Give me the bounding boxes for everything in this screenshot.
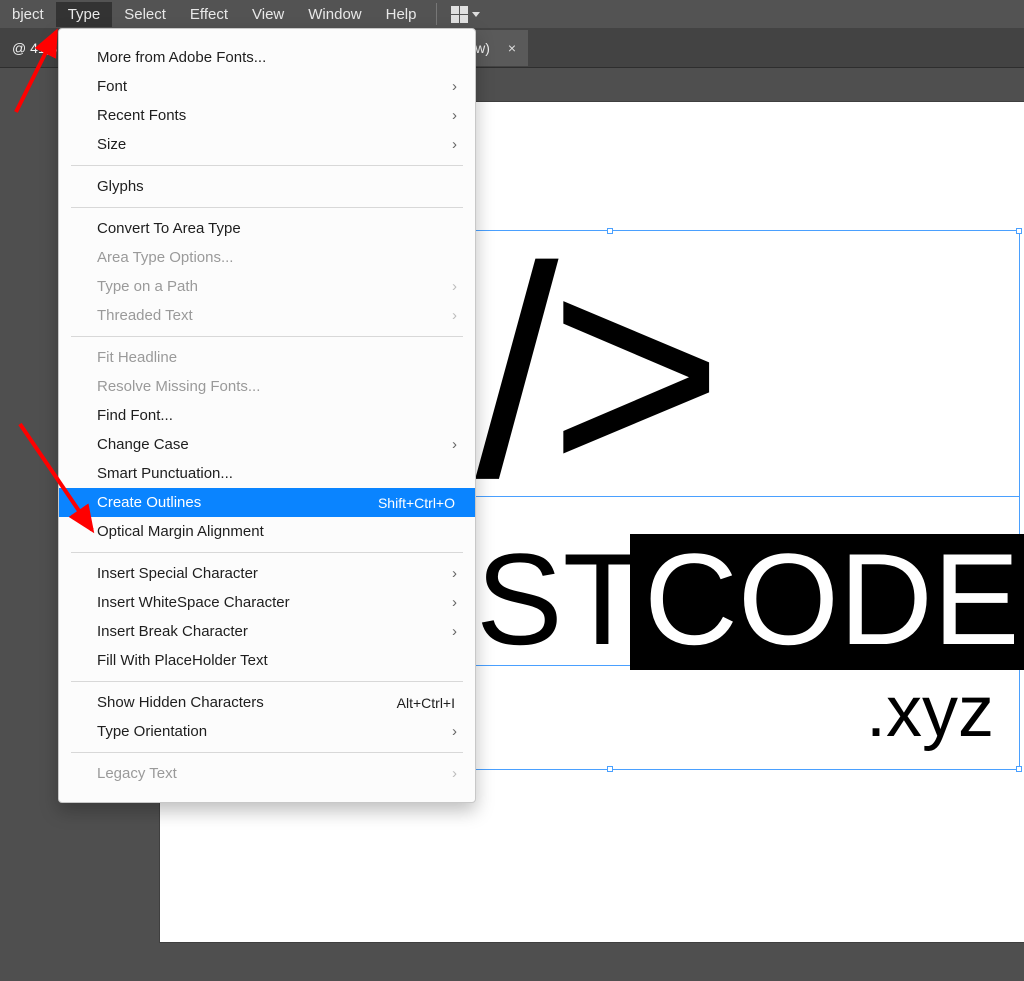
logo-text-left[interactable]: ST: [476, 534, 642, 664]
chevron-right-icon: ›: [452, 765, 457, 782]
workspace-switcher[interactable]: [445, 6, 486, 23]
menu-item-convert-to-area-type[interactable]: Convert To Area Type: [59, 214, 475, 243]
chevron-right-icon: ›: [452, 565, 457, 582]
chevron-right-icon: ›: [452, 278, 457, 295]
menu-item-label: Insert Special Character: [97, 565, 258, 582]
menu-item-label: Threaded Text: [97, 307, 193, 324]
menu-item-shortcut: Shift+Ctrl+O: [378, 495, 455, 511]
menu-item-label: Glyphs: [97, 178, 144, 195]
logo-text-code[interactable]: CODE: [630, 534, 1024, 670]
chevron-down-icon: [472, 12, 480, 17]
menu-item-label: Change Case: [97, 436, 189, 453]
type-dropdown-menu: More from Adobe Fonts...Font›Recent Font…: [58, 28, 476, 803]
menu-item-fit-headline: Fit Headline: [59, 343, 475, 372]
menu-separator: [71, 336, 463, 337]
menu-separator: [71, 752, 463, 753]
menu-item-resolve-missing-fonts: Resolve Missing Fonts...: [59, 372, 475, 401]
menubar-item-window[interactable]: Window: [296, 2, 373, 27]
menu-item-label: Area Type Options...: [97, 249, 233, 266]
menu-item-label: Type Orientation: [97, 723, 207, 740]
menu-separator: [71, 552, 463, 553]
close-icon[interactable]: ×: [508, 40, 516, 56]
chevron-right-icon: ›: [452, 623, 457, 640]
menu-item-label: Insert WhiteSpace Character: [97, 594, 290, 611]
menubar-item-effect[interactable]: Effect: [178, 2, 240, 27]
menu-item-more-from-adobe-fonts[interactable]: More from Adobe Fonts...: [59, 43, 475, 72]
menu-item-threaded-text: Threaded Text ›: [59, 301, 475, 330]
menu-item-insert-whitespace-character[interactable]: Insert WhiteSpace Character ›: [59, 588, 475, 617]
menubar-item-select[interactable]: Select: [112, 2, 178, 27]
chevron-right-icon: ›: [452, 78, 457, 95]
menu-item-insert-break-character[interactable]: Insert Break Character ›: [59, 617, 475, 646]
chevron-right-icon: ›: [452, 723, 457, 740]
menu-item-area-type-options: Area Type Options...: [59, 243, 475, 272]
menu-item-label: Legacy Text: [97, 765, 177, 782]
menubar-separator: [436, 3, 437, 25]
menu-item-label: Type on a Path: [97, 278, 198, 295]
menu-separator: [71, 681, 463, 682]
menu-item-glyphs[interactable]: Glyphs: [59, 172, 475, 201]
menu-item-label: Optical Margin Alignment: [97, 523, 264, 540]
menu-item-legacy-text: Legacy Text ›: [59, 759, 475, 788]
menu-item-label: Size: [97, 136, 126, 153]
menu-item-recent-fonts[interactable]: Recent Fonts ›: [59, 101, 475, 130]
chevron-right-icon: ›: [452, 436, 457, 453]
chevron-right-icon: ›: [452, 594, 457, 611]
menu-separator: [71, 207, 463, 208]
menu-item-shortcut: Alt+Ctrl+I: [397, 695, 455, 711]
menu-item-label: Convert To Area Type: [97, 220, 241, 237]
menu-item-label: Find Font...: [97, 407, 173, 424]
menu-item-type-orientation[interactable]: Type Orientation ›: [59, 717, 475, 746]
menu-item-find-font[interactable]: Find Font...: [59, 401, 475, 430]
menu-item-label: Resolve Missing Fonts...: [97, 378, 260, 395]
menubar-item-view[interactable]: View: [240, 2, 296, 27]
menu-item-label: Recent Fonts: [97, 107, 186, 124]
menubar-item-help[interactable]: Help: [374, 2, 429, 27]
menubar-item-type[interactable]: Type: [56, 2, 113, 27]
menu-item-insert-special-character[interactable]: Insert Special Character ›: [59, 559, 475, 588]
menu-item-label: Show Hidden Characters: [97, 694, 264, 711]
menu-item-change-case[interactable]: Change Case ›: [59, 430, 475, 459]
main-menubar: bject Type Select Effect View Window Hel…: [0, 0, 1024, 28]
menu-item-label: Create Outlines: [97, 494, 201, 511]
document-tab-label: w): [475, 40, 490, 56]
menu-item-font[interactable]: Font ›: [59, 72, 475, 101]
menu-item-label: Smart Punctuation...: [97, 465, 233, 482]
chevron-right-icon: ›: [452, 136, 457, 153]
menu-item-create-outlines[interactable]: Create Outlines Shift+Ctrl+O: [59, 488, 475, 517]
menu-item-show-hidden-characters[interactable]: Show Hidden Characters Alt+Ctrl+I: [59, 688, 475, 717]
logo-xyz-text[interactable]: .xyz: [866, 676, 994, 748]
menu-item-label: Fill With PlaceHolder Text: [97, 652, 268, 669]
menu-separator: [71, 165, 463, 166]
menu-item-label: Insert Break Character: [97, 623, 248, 640]
menu-item-optical-margin-alignment[interactable]: Optical Margin Alignment: [59, 517, 475, 546]
menu-item-size[interactable]: Size ›: [59, 130, 475, 159]
menu-item-smart-punctuation[interactable]: Smart Punctuation...: [59, 459, 475, 488]
menu-item-label: Fit Headline: [97, 349, 177, 366]
menubar-item-object[interactable]: bject: [0, 2, 56, 27]
menu-item-type-on-a-path: Type on a Path ›: [59, 272, 475, 301]
chevron-right-icon: ›: [452, 307, 457, 324]
chevron-right-icon: ›: [452, 107, 457, 124]
grid-icon: [451, 6, 468, 23]
menu-item-fill-with-placeholder-text[interactable]: Fill With PlaceHolder Text: [59, 646, 475, 675]
menu-item-label: Font: [97, 78, 127, 95]
menu-item-label: More from Adobe Fonts...: [97, 49, 266, 66]
